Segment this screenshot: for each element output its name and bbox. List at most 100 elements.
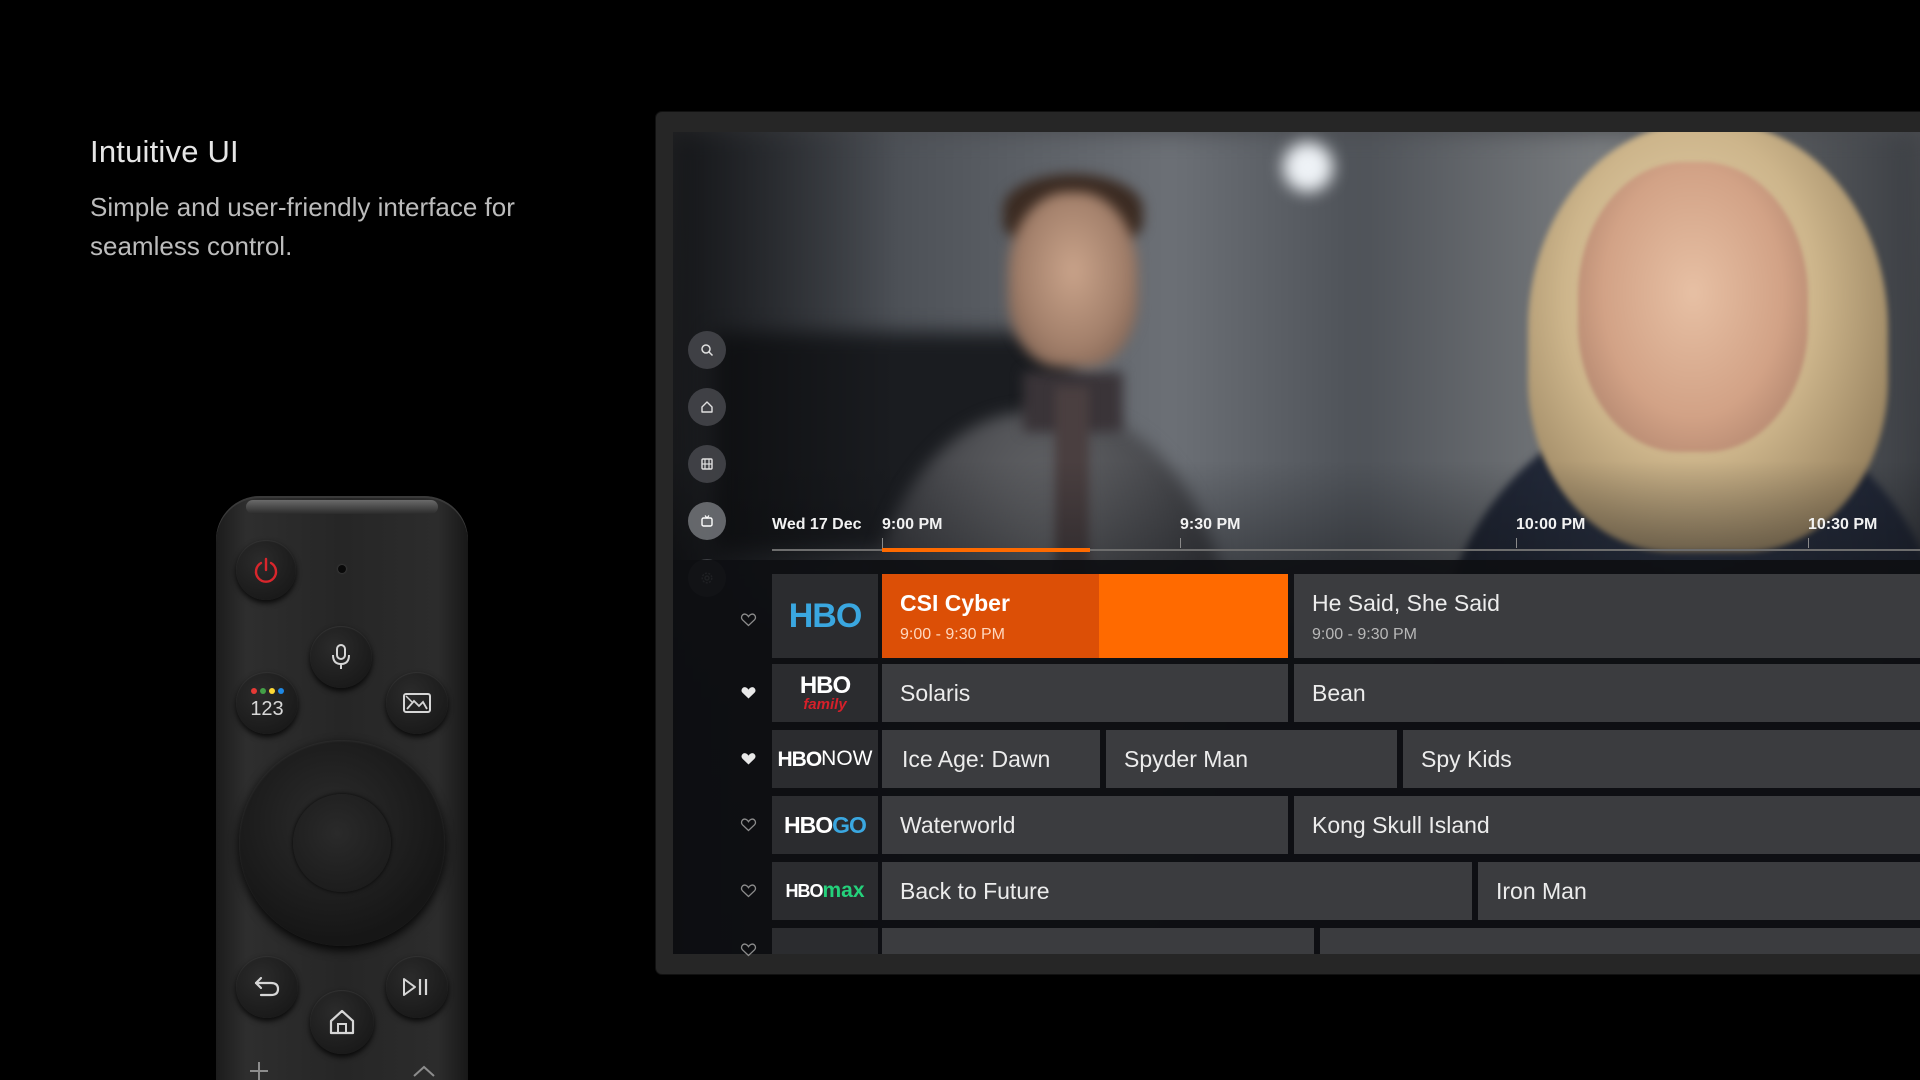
hbo-go-logo-sub: GO [832, 811, 867, 838]
power-icon [254, 557, 278, 583]
program-title: Spyder Man [1124, 746, 1249, 772]
program-he-said-she-said[interactable]: He Said, She Said 9:00 - 9:30 PM [1294, 574, 1920, 658]
program-back-to-future[interactable]: Back to Future [882, 862, 1472, 920]
hbo-now-logo-sub: NOW [821, 747, 873, 770]
ambient-button[interactable] [386, 672, 448, 734]
promo-page: Intuitive UI Simple and user-friendly in… [0, 0, 1920, 1080]
program-title: Iron Man [1496, 878, 1587, 904]
channel-logo-partial[interactable] [772, 928, 878, 954]
dpad-ring[interactable] [239, 740, 445, 946]
favorite-toggle-partial[interactable] [740, 942, 760, 962]
program-solaris[interactable]: Solaris [882, 664, 1288, 722]
time-slot-4: 10:30 PM [1808, 516, 1878, 533]
headline-title: Intuitive UI [90, 134, 239, 169]
headline-block: Intuitive UI Simple and user-friendly in… [90, 134, 610, 266]
timeline: Wed 17 Dec 9:00 PM 9:30 PM 10:00 PM 10:3… [772, 516, 1920, 552]
time-slot-1: 9:00 PM [882, 516, 943, 533]
hbo-family-logo-hbo: HBO [799, 671, 851, 699]
program-title: He Said, She Said [1312, 590, 1500, 616]
ambient-icon [403, 693, 431, 713]
favorite-toggle-hbo-family[interactable] [740, 685, 760, 705]
time-tick [882, 538, 883, 548]
number-button-label: 123 [250, 697, 284, 720]
program-spyder-man[interactable]: Spyder Man [1106, 730, 1397, 788]
program-bean[interactable]: Bean [1294, 664, 1920, 722]
green-dot [259, 688, 266, 694]
home-button[interactable] [310, 990, 374, 1054]
plus-icon [250, 1062, 268, 1080]
yellow-dot [268, 688, 275, 694]
number-dots [236, 688, 298, 694]
red-dot [250, 688, 257, 694]
live-tv-icon [701, 515, 713, 527]
time-tick [1516, 538, 1517, 548]
nav-search[interactable] [688, 331, 726, 369]
power-button[interactable] [236, 540, 296, 600]
timeline-progress [882, 548, 1090, 552]
search-icon [701, 344, 714, 357]
hbo-max-logo-hbo: HBO [785, 881, 823, 901]
movies-icon [701, 458, 713, 470]
number-button[interactable]: 123 [236, 672, 298, 734]
chevron-up-icon [413, 1065, 435, 1077]
program-time: 9:00 - 9:30 PM [1312, 626, 1417, 643]
favorite-toggle-hbo-go[interactable] [740, 817, 760, 837]
heart-filled-icon [741, 753, 756, 765]
dpad-ok-button[interactable] [293, 794, 391, 892]
channel-logo-hbo-family[interactable]: HBO family [772, 664, 878, 722]
time-slot-3: 10:00 PM [1516, 516, 1586, 533]
back-icon [254, 976, 280, 997]
home-icon [329, 1009, 355, 1035]
heart-outline-icon [740, 884, 757, 898]
mic-hole [338, 565, 346, 573]
program-title: Waterworld [900, 812, 1016, 838]
hbo-now-logo-hbo: HBO [777, 747, 823, 771]
program-title: Back to Future [900, 878, 1050, 904]
favorite-toggle-hbo[interactable] [740, 612, 760, 632]
program-title: Solaris [900, 680, 971, 706]
program-iron-man[interactable]: Iron Man [1478, 862, 1920, 920]
favorite-toggle-hbo-max[interactable] [740, 883, 760, 903]
play-pause-icon [403, 978, 428, 996]
time-tick [1808, 538, 1809, 548]
heart-filled-icon [741, 687, 756, 699]
program-kong-skull-island[interactable]: Kong Skull Island [1294, 796, 1920, 854]
channel-up-button[interactable] [410, 1060, 438, 1080]
program-spy-kids[interactable]: Spy Kids [1403, 730, 1920, 788]
program-partial-2[interactable] [1320, 928, 1920, 954]
channel-logo-hbo-go[interactable]: HBO GO [772, 796, 878, 854]
mic-icon [332, 644, 350, 669]
home-icon [701, 401, 713, 413]
channel-logo-hbo-max[interactable]: HBO max [772, 862, 878, 920]
heart-outline-icon [740, 613, 757, 627]
hbo-family-logo-sub: family [803, 695, 847, 713]
back-button[interactable] [236, 956, 298, 1018]
channel-logo-hbo[interactable]: HBO [772, 574, 878, 658]
time-tick [1180, 538, 1181, 548]
hbo-max-logo-sub: max [822, 879, 865, 902]
hbo-go-logo-hbo: HBO [784, 811, 833, 838]
program-title: Kong Skull Island [1312, 812, 1490, 838]
favorite-toggle-hbo-now[interactable] [740, 751, 760, 771]
mic-button[interactable] [310, 626, 372, 688]
nav-movies[interactable] [688, 445, 726, 483]
program-ice-age-dawn[interactable]: Ice Age: Dawn [882, 730, 1100, 788]
program-title: Ice Age: Dawn [902, 746, 1051, 772]
channel-logo-hbo-now[interactable]: HBO NOW [772, 730, 878, 788]
program-title: CSI Cyber [900, 590, 1010, 616]
play-pause-button[interactable] [386, 956, 448, 1018]
blue-dot [277, 688, 284, 694]
hbo-logo: HBO [788, 597, 863, 635]
program-title: Bean [1312, 680, 1366, 706]
heart-outline-icon [740, 818, 757, 832]
program-partial-1[interactable] [882, 928, 1314, 954]
remote-top-edge [246, 500, 438, 514]
nav-home[interactable] [688, 388, 726, 426]
program-waterworld[interactable]: Waterworld [882, 796, 1288, 854]
headline-description: Simple and user-friendly interface for s… [90, 192, 515, 261]
time-slot-2: 9:30 PM [1180, 516, 1241, 533]
nav-live-tv[interactable] [688, 502, 726, 540]
timeline-date: Wed 17 Dec [772, 516, 862, 533]
plus-button[interactable] [246, 1058, 272, 1080]
program-csi-cyber[interactable]: CSI Cyber 9:00 - 9:30 PM [882, 574, 1288, 658]
